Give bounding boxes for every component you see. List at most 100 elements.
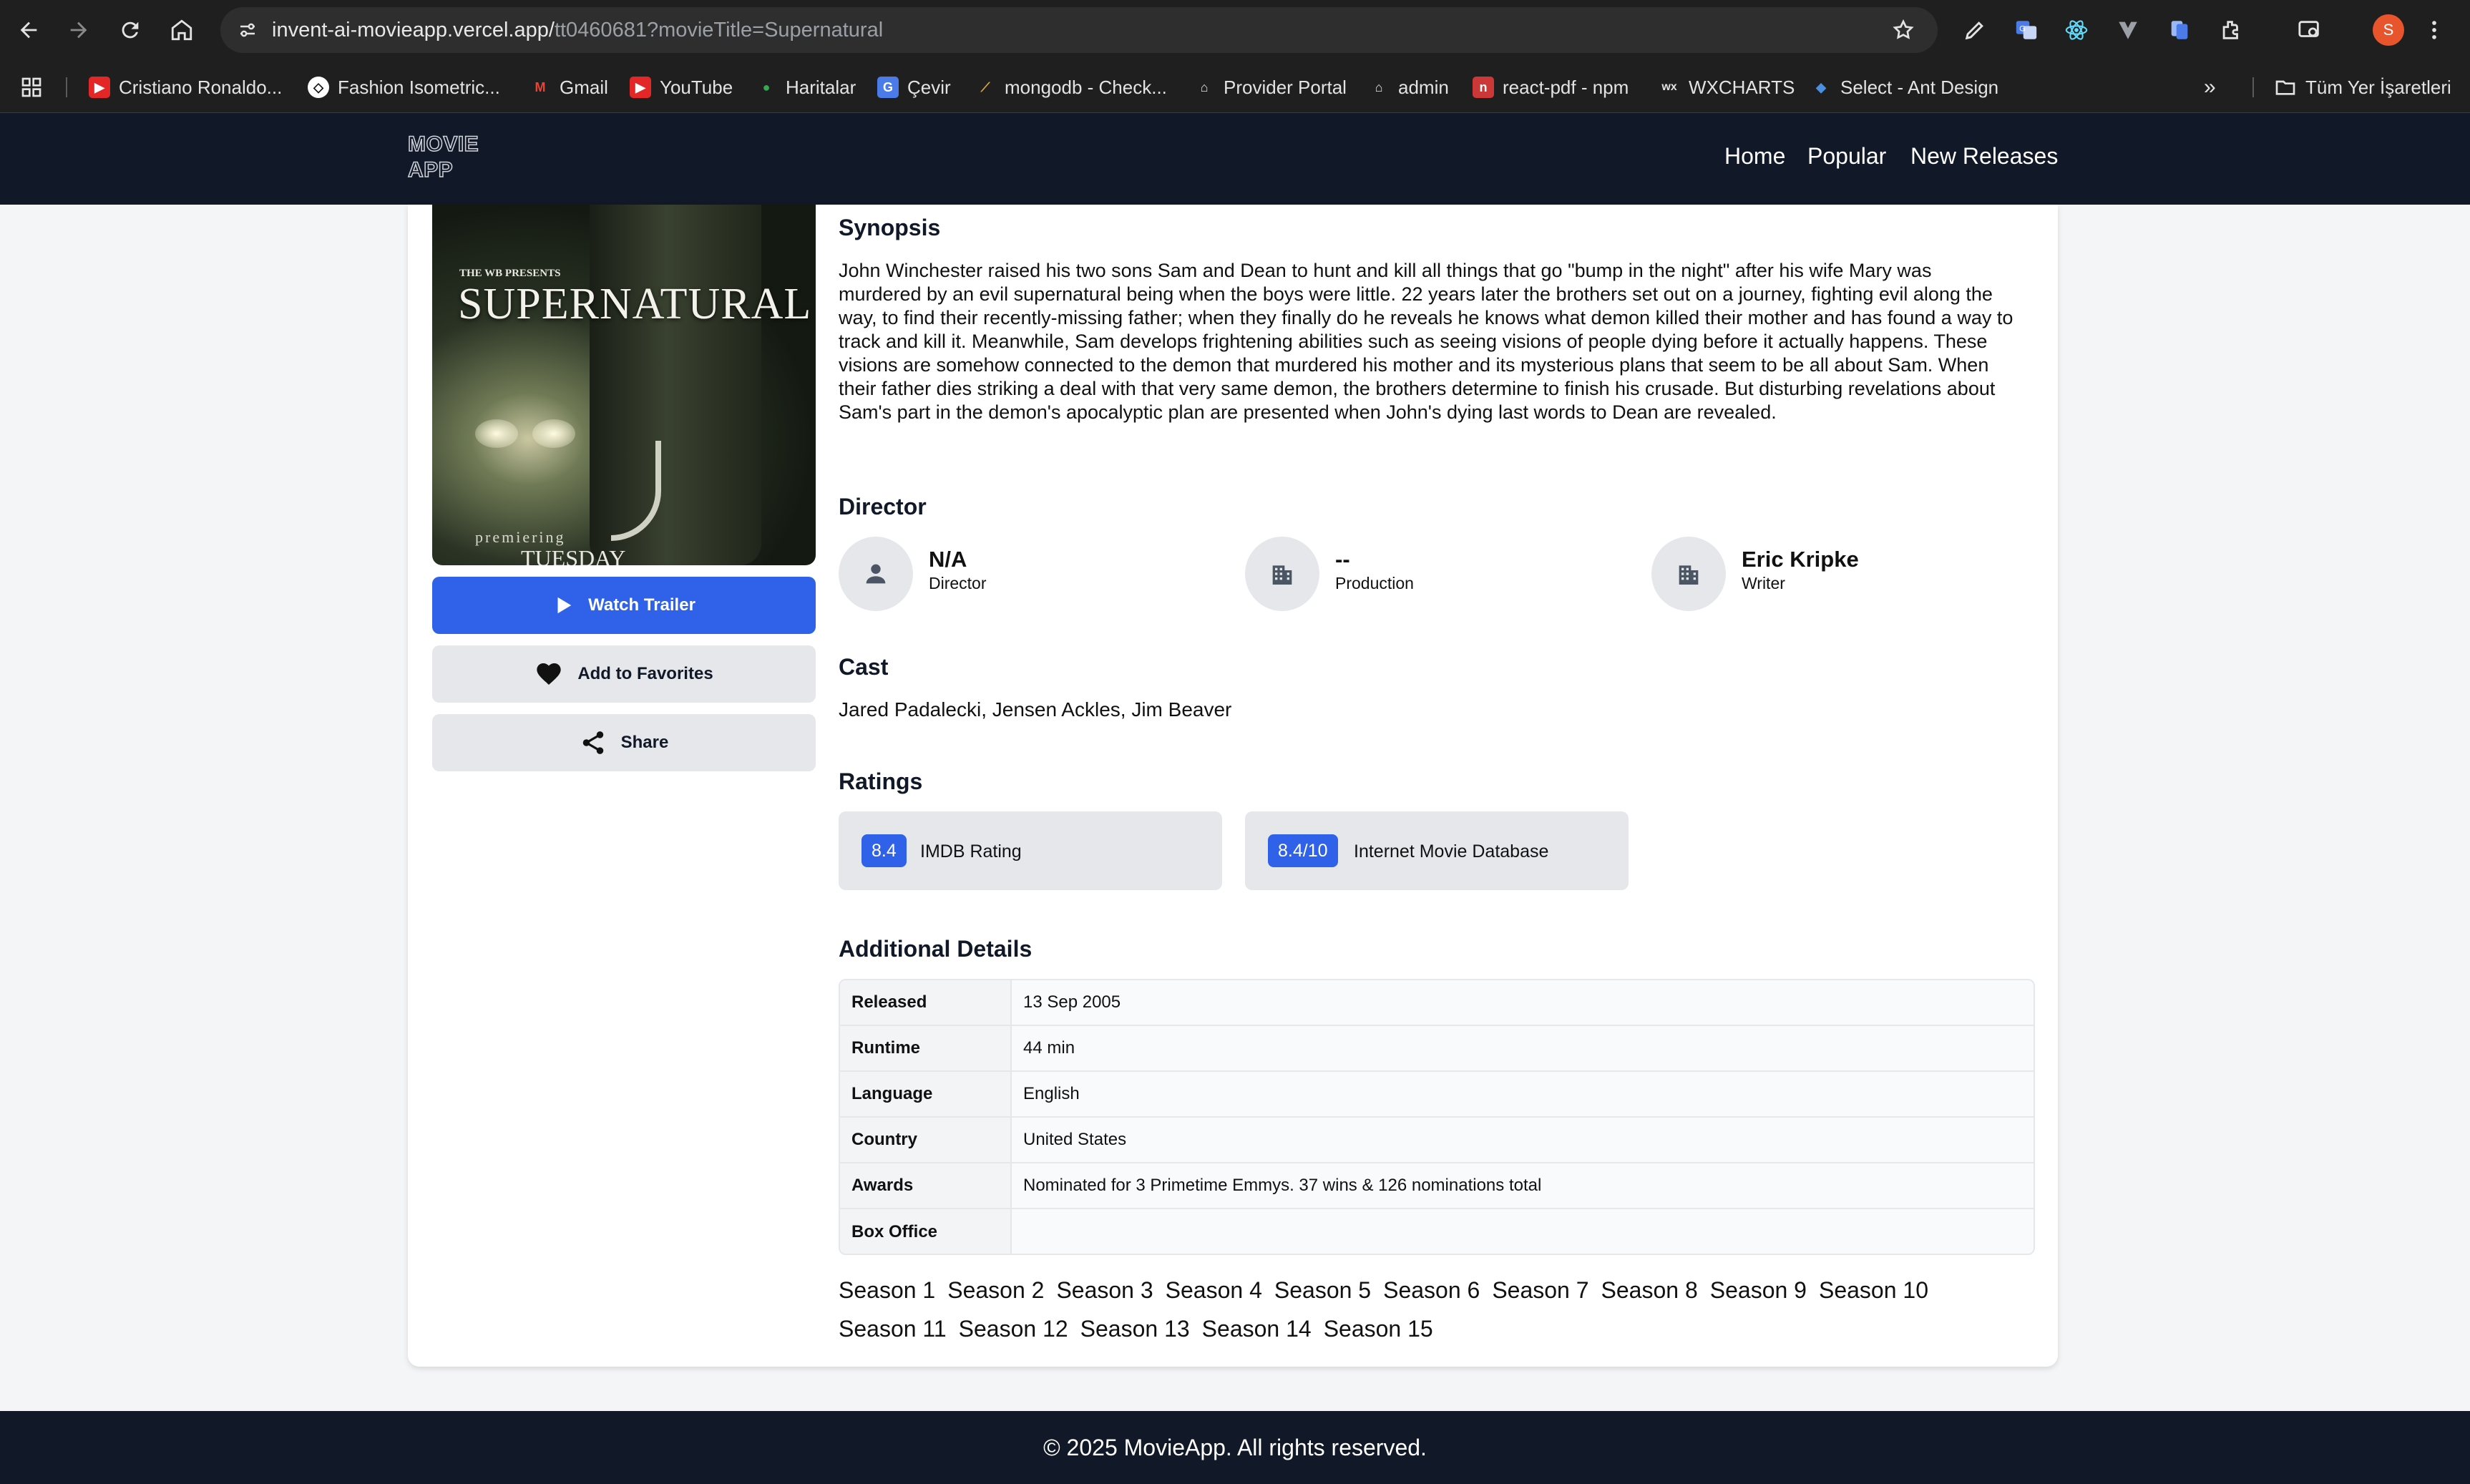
table-row: Box Office xyxy=(840,1209,2034,1254)
page-footer: © 2025 MovieApp. All rights reserved. xyxy=(0,1411,2470,1484)
codepen-icon: ◇ xyxy=(308,77,329,98)
season-link-9[interactable]: Season 9 xyxy=(1710,1277,1807,1303)
details-table: Released 13 Sep 2005 Runtime 44 min Langua… xyxy=(839,979,2035,1255)
season-link-2[interactable]: Season 2 xyxy=(947,1277,1044,1303)
detail-key: Awards xyxy=(840,1163,1012,1208)
extensions-puzzle-icon[interactable] xyxy=(2215,14,2247,46)
more-bookmarks-chevron-icon[interactable]: » xyxy=(2204,73,2216,102)
docs-extension-icon[interactable] xyxy=(2164,14,2195,46)
detail-key: Box Office xyxy=(840,1209,1012,1254)
table-row: Language English xyxy=(840,1072,2034,1118)
nav-popular-link[interactable]: Popular xyxy=(1807,143,1886,170)
bookmark-item[interactable]: G Çevir xyxy=(877,73,951,102)
home-button[interactable] xyxy=(165,13,199,47)
bookmark-item[interactable]: M Gmail xyxy=(529,73,608,102)
profile-avatar[interactable]: S xyxy=(2373,14,2404,46)
all-bookmarks-folder[interactable]: Tüm Yer İşaretleri xyxy=(2274,73,2451,102)
poster-day-text: TUESDAY xyxy=(521,545,626,565)
season-link-12[interactable]: Season 12 xyxy=(959,1316,1068,1342)
crew-role: Director xyxy=(929,574,987,592)
bookmark-item[interactable]: ● Haritalar xyxy=(756,73,856,102)
bookmark-item[interactable]: ⌂ Provider Portal xyxy=(1193,73,1347,102)
season-link-6[interactable]: Season 6 xyxy=(1383,1277,1480,1303)
season-link-8[interactable]: Season 8 xyxy=(1601,1277,1698,1303)
rating-card-imdb: 8.4 IMDB Rating xyxy=(839,811,1222,890)
crew-role: Writer xyxy=(1742,574,1785,592)
detail-key: Runtime xyxy=(840,1026,1012,1070)
bookmark-item[interactable]: wx WXCHARTS xyxy=(1659,73,1795,102)
more-menu-icon[interactable] xyxy=(2418,14,2450,46)
synopsis-heading: Synopsis xyxy=(839,215,941,240)
bookmark-item[interactable]: n react-pdf - npm xyxy=(1473,73,1629,102)
ratings-heading: Ratings xyxy=(839,768,923,794)
heart-icon xyxy=(537,663,561,685)
detail-key: Language xyxy=(840,1072,1012,1116)
maps-pin-icon: ● xyxy=(756,77,777,98)
share-icon xyxy=(582,731,603,754)
cast-heading: Cast xyxy=(839,654,889,680)
director-heading: Director xyxy=(839,494,927,519)
synopsis-text: John Winchester raised his two sons Sam … xyxy=(839,260,2013,423)
apps-grid-icon[interactable] xyxy=(20,73,43,102)
bookmark-item[interactable]: ◆ Select - Ant Design xyxy=(1810,73,1998,102)
translate-extension-icon[interactable]: G xyxy=(2011,14,2042,46)
watch-trailer-button[interactable]: Watch Trailer xyxy=(432,577,816,634)
url-text: invent-ai-movieapp.vercel.app/tt0460681?… xyxy=(272,19,884,42)
bookmark-item[interactable]: ⌂ admin xyxy=(1368,73,1449,102)
season-link-10[interactable]: Season 10 xyxy=(1819,1277,1928,1303)
forward-arrow-icon xyxy=(70,21,87,39)
folder-icon xyxy=(2275,80,2295,95)
ant-design-icon: ◆ xyxy=(1810,77,1832,98)
add-to-favorites-button[interactable]: Add to Favorites xyxy=(432,645,816,703)
tab-search-icon[interactable] xyxy=(2294,14,2325,46)
gmail-icon: M xyxy=(529,77,551,98)
share-button[interactable]: Share xyxy=(432,714,816,771)
poster-title: SUPERNATURAL xyxy=(458,280,812,328)
detail-value: 44 min xyxy=(1012,1026,2034,1070)
season-link-3[interactable]: Season 3 xyxy=(1056,1277,1153,1303)
back-button[interactable] xyxy=(11,13,46,47)
crew-name: -- xyxy=(1335,547,1350,572)
season-link-4[interactable]: Season 4 xyxy=(1166,1277,1262,1303)
vuetify-extension-icon[interactable] xyxy=(2112,14,2144,46)
rating-badge: 8.4 xyxy=(861,834,907,867)
detail-key: Released xyxy=(840,980,1012,1025)
react-devtools-icon[interactable] xyxy=(2061,14,2092,46)
bookmark-star-icon[interactable] xyxy=(1889,16,1918,44)
seasons-list: Season 1 Season 2 Season 3 Season 4 Seas… xyxy=(839,1277,2026,1342)
app-logo[interactable]: MOVIE APP xyxy=(407,132,479,183)
nav-new-releases-link[interactable]: New Releases xyxy=(1910,143,2058,170)
home-icon xyxy=(171,19,192,41)
site-settings-icon[interactable] xyxy=(233,16,262,44)
season-link-11[interactable]: Season 11 xyxy=(839,1316,947,1342)
bookmark-item[interactable]: ⟋ mongodb - Check... xyxy=(975,73,1167,102)
reload-icon xyxy=(122,21,139,39)
rating-label: Internet Movie Database xyxy=(1354,841,1549,861)
bookmark-item[interactable]: ◇ Fashion Isometric... xyxy=(308,73,500,102)
crew-name: Eric Kripke xyxy=(1742,547,1859,572)
season-link-7[interactable]: Season 7 xyxy=(1492,1277,1588,1303)
pen-extension-icon[interactable] xyxy=(1959,14,1991,46)
cast-list: Jared Padalecki, Jensen Ackles, Jim Beav… xyxy=(839,698,1232,721)
wx-icon: wx xyxy=(1659,77,1680,98)
additional-details-heading: Additional Details xyxy=(839,936,1033,962)
season-link-15[interactable]: Season 15 xyxy=(1324,1316,1433,1342)
nav-home-link[interactable]: Home xyxy=(1724,143,1785,170)
address-bar[interactable]: invent-ai-movieapp.vercel.app/tt0460681?… xyxy=(220,7,1938,53)
forward-button[interactable] xyxy=(62,13,96,47)
mongodb-icon: ⟋ xyxy=(975,77,996,98)
bookmark-item[interactable]: ▶ Cristiano Ronaldo... xyxy=(89,73,282,102)
detail-key: Country xyxy=(840,1118,1012,1162)
season-link-5[interactable]: Season 5 xyxy=(1274,1277,1371,1303)
reload-button[interactable] xyxy=(113,13,147,47)
season-link-1[interactable]: Season 1 xyxy=(839,1277,935,1303)
table-row: Runtime 44 min xyxy=(840,1026,2034,1072)
youtube-icon: ▶ xyxy=(89,77,110,98)
season-link-14[interactable]: Season 14 xyxy=(1202,1316,1312,1342)
rating-badge: 8.4/10 xyxy=(1268,834,1338,867)
detail-value xyxy=(1012,1209,2034,1254)
detail-value: Nominated for 3 Primetime Emmys. 37 wins… xyxy=(1012,1163,2034,1208)
building-icon xyxy=(1245,537,1319,611)
bookmark-item[interactable]: ▶ YouTube xyxy=(630,73,733,102)
season-link-13[interactable]: Season 13 xyxy=(1080,1316,1190,1342)
